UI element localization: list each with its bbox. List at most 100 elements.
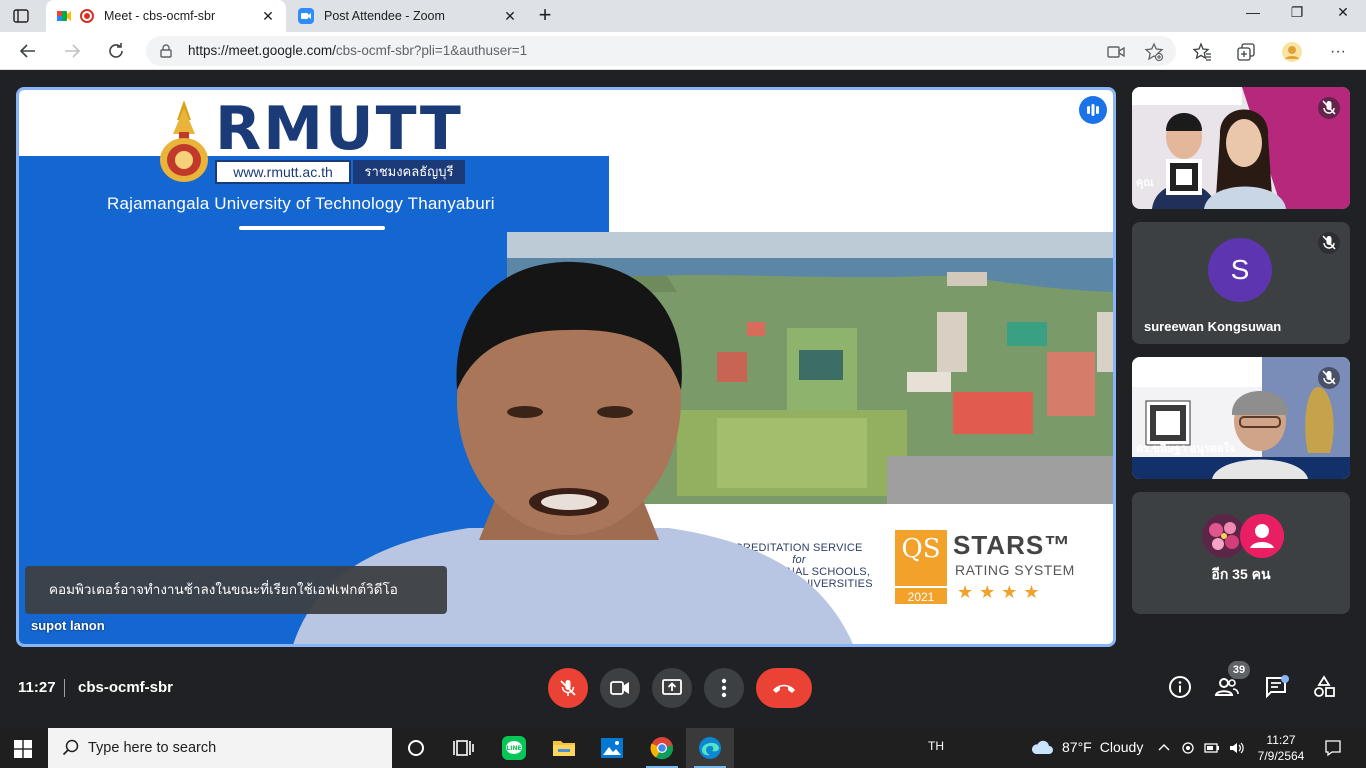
qs-year: 2021 [895, 586, 947, 604]
meet-stage: RMUTT www.rmutt.ac.th ราชมงคลธัญบุรี Raj… [0, 71, 1366, 728]
weather-condition: Cloudy [1099, 739, 1144, 755]
system-clock[interactable]: 11:27 7/9/2564 [1250, 732, 1312, 764]
maximize-button[interactable]: ❐ [1274, 4, 1320, 26]
camera-toggle-button[interactable] [600, 668, 640, 708]
task-view-button[interactable] [440, 728, 488, 768]
weather-temperature: 87°F [1062, 739, 1092, 755]
notifications-icon[interactable] [1324, 739, 1342, 757]
taskbar-app-line[interactable]: LINE [490, 728, 538, 768]
taskbar-app-chrome[interactable] [638, 728, 686, 768]
meeting-code: cbs-ocmf-sbr [78, 679, 174, 696]
browser-tab-strip: Meet - cbs-ocmf-sbr ✕ Post Attendee - Zo… [0, 0, 1366, 32]
present-icon [662, 679, 682, 695]
minimize-button[interactable]: — [1230, 4, 1276, 26]
activities-button[interactable] [1312, 675, 1338, 701]
mic-off-icon [560, 680, 576, 696]
task-view-icon [453, 740, 474, 756]
performance-notice: คอมพิวเตอร์อาจทำงานช้าลงในขณะที่เรียกใช้… [25, 566, 447, 614]
qs-mark: QS [895, 530, 947, 586]
rmutt-logo: RMUTT www.rmutt.ac.th ราชมงคลธัญบุรี Raj… [19, 90, 619, 240]
svg-text:LINE: LINE [506, 745, 521, 752]
mic-toggle-button[interactable] [548, 668, 588, 708]
tab-meet[interactable]: Meet - cbs-ocmf-sbr ✕ [46, 0, 286, 32]
profile-avatar-icon[interactable] [1280, 40, 1304, 64]
mic-off-icon [1318, 367, 1340, 389]
present-screen-button[interactable] [652, 668, 692, 708]
google-meet-favicon-icon [56, 8, 72, 24]
favorites-icon[interactable] [1190, 40, 1214, 64]
tab-close-button[interactable]: ✕ [256, 8, 280, 25]
forward-button[interactable] [58, 38, 86, 64]
participant-name: ดร.ขนิษฐา อนุรตลใจ [1136, 443, 1236, 455]
default-avatar [1240, 514, 1284, 558]
chevron-up-icon[interactable] [1156, 740, 1172, 756]
add-favorite-icon[interactable] [1144, 42, 1164, 62]
window-close-button[interactable]: ✕ [1320, 4, 1366, 26]
university-name: Rajamangala University of Technology Tha… [107, 194, 495, 213]
folder-icon [553, 741, 575, 756]
mic-off-icon [1318, 232, 1340, 254]
browser-toolbar: https://meet.google.com/cbs-ocmf-sbr?pli… [0, 32, 1366, 70]
tab-zoom[interactable]: Post Attendee - Zoom ✕ [288, 0, 528, 32]
new-tab-button[interactable]: + [534, 4, 556, 28]
speaking-indicator-icon [1079, 96, 1107, 124]
volume-icon[interactable] [1228, 740, 1244, 756]
cortana-button[interactable] [392, 728, 440, 768]
back-button[interactable] [14, 38, 42, 64]
mic-off-icon [1318, 97, 1340, 119]
reload-button[interactable] [102, 38, 130, 64]
info-icon [1169, 676, 1191, 698]
windows-taskbar: Type here to search LINE TH 87°F Cloudy [0, 728, 1366, 768]
input-language-indicator[interactable]: TH [928, 739, 944, 753]
taskbar-search-input[interactable]: Type here to search [48, 728, 392, 768]
location-icon[interactable] [1180, 740, 1196, 756]
leave-call-button[interactable] [756, 668, 812, 708]
camera-in-use-icon[interactable] [1106, 42, 1126, 62]
unread-indicator [1281, 675, 1289, 683]
chrome-icon [650, 737, 674, 760]
battery-icon[interactable] [1204, 740, 1220, 756]
photos-icon [601, 738, 623, 758]
cloud-icon [1031, 740, 1053, 754]
settings-and-more-button[interactable]: ··· [1326, 40, 1350, 64]
taskbar-app-photos[interactable] [588, 728, 636, 768]
address-bar[interactable]: https://meet.google.com/cbs-ocmf-sbr?pli… [146, 36, 1176, 66]
camera-icon [610, 681, 629, 695]
search-placeholder: Type here to search [88, 740, 217, 756]
end-call-icon [773, 684, 795, 693]
url-text: https://meet.google.com/cbs-ocmf-sbr?pli… [188, 43, 527, 58]
weather-widget[interactable]: 87°F Cloudy [1030, 738, 1143, 756]
windows-start-icon[interactable] [14, 740, 32, 758]
divider [64, 679, 65, 697]
logo-url: www.rmutt.ac.th [215, 160, 351, 184]
qs-stars-title: STARS™ [953, 530, 1072, 560]
tab-actions-icon[interactable] [12, 7, 30, 25]
lock-icon [160, 44, 172, 63]
university-seal-icon [160, 100, 208, 182]
logo-wordmark: RMUTT [215, 94, 463, 164]
meeting-time: 11:27 [18, 679, 56, 696]
participant-name: คุณ [1136, 177, 1154, 189]
more-options-button[interactable] [704, 668, 744, 708]
recording-icon [80, 9, 94, 23]
url-host: https://meet.google.com/ [188, 43, 336, 58]
participant-tile-video[interactable]: คุณ [1132, 87, 1350, 209]
clock-date: 7/9/2564 [1257, 749, 1305, 763]
line-app-icon: LINE [502, 736, 526, 760]
participant-tile-avatar[interactable]: S sureewan Kongsuwan [1132, 222, 1350, 344]
edge-icon [699, 737, 721, 759]
collections-icon[interactable] [1234, 40, 1258, 64]
participant-tile-video[interactable]: ดร.ขนิษฐา อนุรตลใจ [1132, 357, 1350, 479]
main-video-tile[interactable]: RMUTT www.rmutt.ac.th ราชมงคลธัญบุรี Raj… [16, 87, 1116, 647]
qs-rating-system: RATING SYSTEM [955, 562, 1075, 578]
logo-thai-text: ราชมงคลธัญบุรี [353, 160, 465, 184]
url-path: cbs-ocmf-sbr?pli=1&authuser=1 [335, 43, 528, 58]
taskbar-app-file-explorer[interactable] [540, 728, 588, 768]
meeting-details-button[interactable] [1168, 675, 1194, 701]
clock-time: 11:27 [1266, 733, 1296, 747]
activities-icon [1314, 675, 1335, 697]
tab-title: Post Attendee - Zoom [324, 9, 445, 23]
more-participants-tile[interactable]: อีก 35 คน [1132, 492, 1350, 614]
taskbar-app-edge[interactable] [686, 728, 734, 768]
tab-close-button[interactable]: ✕ [498, 8, 522, 25]
